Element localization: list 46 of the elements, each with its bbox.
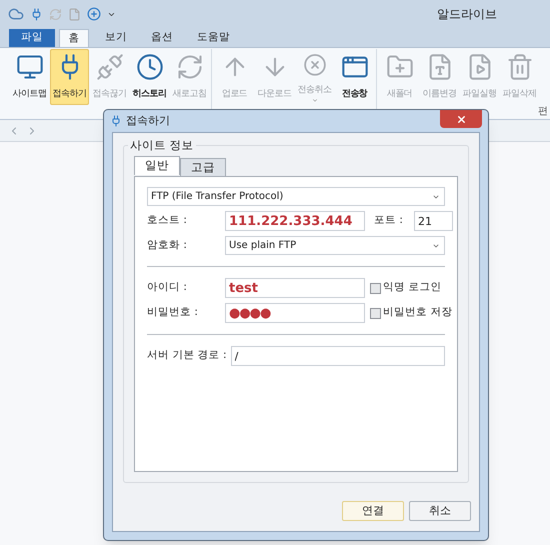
clock-icon: [136, 53, 164, 81]
ribbon-tab[interactable]: 홈: [59, 29, 89, 47]
field-label: 암호화 :: [147, 238, 188, 253]
ribbon-button[interactable]: 사이트맵: [10, 49, 49, 105]
dialog-button[interactable]: 취소: [409, 501, 471, 521]
window-title: 알드라이브: [437, 6, 497, 23]
ribbon-button[interactable]: 전송창: [335, 49, 374, 105]
checkbox-label: 비밀번호 저장: [383, 305, 452, 320]
text-field[interactable]: 21: [414, 211, 453, 231]
ribbon-tab[interactable]: 옵션: [139, 29, 185, 47]
text-field[interactable]: /: [230, 346, 445, 366]
dialog-button[interactable]: 연결: [342, 501, 404, 521]
file-icon[interactable]: [68, 8, 81, 20]
dialog-tab[interactable]: 일반: [134, 156, 180, 175]
checkbox[interactable]: [370, 282, 381, 294]
field-label: 아이디 :: [147, 280, 188, 296]
caret-icon: [310, 97, 318, 104]
text-field[interactable]: ●●●●: [225, 303, 365, 323]
ribbon-button[interactable]: 접속하기: [50, 49, 89, 105]
field-label: 호스트 :: [147, 213, 188, 228]
field-label: 비밀번호 :: [147, 305, 199, 320]
app-cloud-icon[interactable]: [8, 6, 24, 22]
group-label: 편: [538, 105, 548, 119]
monitor-icon: [16, 53, 44, 81]
ribbon-tab[interactable]: 보기: [93, 29, 139, 47]
ribbon-button[interactable]: 히스토리: [130, 49, 169, 105]
checkbox-label: 익명 로그인: [383, 280, 442, 296]
field-label: 포트 :: [374, 213, 404, 228]
unplug-icon: [96, 53, 124, 81]
dropdown-field[interactable]: FTP (File Transfer Protocol): [147, 187, 445, 206]
add-icon[interactable]: [87, 7, 101, 21]
trash-icon: [506, 53, 534, 81]
plug-icon[interactable]: [30, 8, 43, 20]
ribbon-tab[interactable]: 도움말: [185, 29, 242, 47]
refresh-icon: [176, 53, 204, 81]
dialog-tab[interactable]: 고급: [180, 158, 226, 176]
plug-icon: [110, 115, 122, 127]
field-label: 서버 기본 경로 :: [147, 348, 227, 364]
close-icon: [456, 114, 466, 124]
file-menu-button[interactable]: 파일: [9, 29, 55, 47]
dropdown-field[interactable]: Use plain FTP: [225, 236, 445, 255]
text-field[interactable]: 111.222.333.444: [225, 211, 365, 231]
dialog-title: 접속하기: [126, 112, 170, 129]
text-field[interactable]: test: [225, 278, 365, 298]
close-button[interactable]: [440, 110, 482, 128]
checkbox[interactable]: [370, 308, 381, 318]
